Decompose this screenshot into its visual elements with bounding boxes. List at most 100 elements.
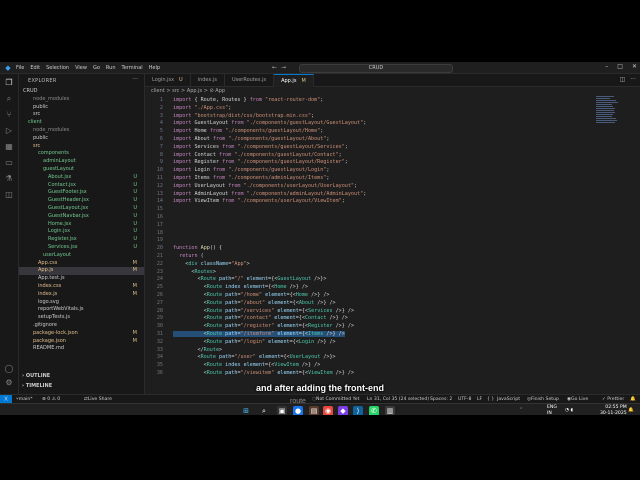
tree-item[interactable]: index.css M [19, 283, 144, 291]
tree-item[interactable]: README.md [19, 345, 144, 353]
editor-tab[interactable]: App.js M [274, 74, 314, 87]
tree-item[interactable]: About.jsx U [19, 174, 144, 182]
breadcrumb[interactable]: client > src > App.js > ⊘ App [151, 88, 225, 94]
tree-item[interactable]: GuestHeader.jsx U [19, 197, 144, 205]
tree-item[interactable]: node_modules [19, 127, 144, 135]
tree-item[interactable]: src [19, 111, 144, 119]
tree-item[interactable]: src [19, 143, 144, 151]
account-icon[interactable]: ◯ [4, 364, 14, 374]
tree-item[interactable]: Register.jsx U [19, 236, 144, 244]
code-line[interactable]: <div className="App"> [173, 261, 249, 267]
docker-icon[interactable]: ◫ [4, 190, 14, 200]
tree-item[interactable]: reportWebVitals.js [19, 306, 144, 314]
tree-item[interactable]: GuestLayout.jsx U [19, 205, 144, 213]
whatsapp-icon[interactable]: ✆ [369, 406, 379, 415]
tree-item[interactable]: Contact.jsx U [19, 182, 144, 190]
code-line[interactable]: <Route path="/register" element={<Regist… [173, 323, 354, 329]
more-actions-icon[interactable]: ··· [132, 76, 138, 83]
code-line[interactable]: </Route> [173, 347, 223, 353]
code-line[interactable]: <Route path="/services" element={<Servic… [173, 308, 354, 314]
minimize-icon[interactable]: – [605, 63, 608, 70]
menu-terminal[interactable]: Terminal [122, 65, 143, 71]
menu-edit[interactable]: Edit [30, 65, 40, 71]
file-explorer-icon[interactable]: ▣ [277, 406, 287, 415]
code-line[interactable]: import Contact from "./components/guestL… [173, 152, 342, 158]
tree-item[interactable]: package.json M [19, 338, 144, 346]
tree-item[interactable]: Login.jsx U [19, 228, 144, 236]
notification-center-icon[interactable]: 🔔 [628, 408, 634, 414]
tree-item[interactable]: package-lock.json M [19, 330, 144, 338]
code-line[interactable]: import GuestLayout from "./components/gu… [173, 120, 366, 126]
command-center-search[interactable]: CRUD [299, 64, 453, 73]
code-line[interactable]: import Items from "./components/adminLay… [173, 175, 329, 181]
code-line[interactable]: import ViewItem from "./components/userL… [173, 198, 345, 204]
tree-item[interactable]: CRUD [19, 88, 144, 96]
minimap[interactable] [596, 95, 622, 135]
tree-item[interactable]: guestLayout [19, 166, 144, 174]
remote-explorer-icon[interactable]: ▭ [4, 158, 14, 168]
editor-tab[interactable]: index.js [191, 74, 225, 86]
terminal-app-icon[interactable]: ▤ [309, 406, 319, 415]
run-debug-icon[interactable]: ▷ [4, 126, 14, 136]
code-line[interactable]: <Route path="/login" element={<Login />}… [173, 339, 336, 345]
code-line[interactable]: import Register from "./components/guest… [173, 159, 348, 165]
tree-item[interactable]: App.css M [19, 260, 144, 268]
windows-start-icon[interactable]: ⊞ [241, 406, 251, 415]
app-icon[interactable]: ◆ [338, 406, 348, 415]
clock[interactable]: 02:55 PM 30-11-2025 [600, 405, 627, 415]
code-line[interactable]: return ( [173, 253, 204, 259]
code-line[interactable]: import AdminLayout from "./components/ad… [173, 191, 366, 197]
vscode-taskbar-icon[interactable]: ⟩ [353, 406, 363, 415]
taskbar-search-icon[interactable]: ⌕ [259, 406, 269, 415]
code-line[interactable]: <Route path="/contact" element={<Contact… [173, 315, 348, 321]
code-line[interactable]: <Route path="/home" element={<Home />} /… [173, 292, 330, 298]
tree-item[interactable]: App.test.js [19, 275, 144, 283]
code-line[interactable]: <Routes> [173, 269, 216, 275]
code-line[interactable]: <Route path="/about" element={<About />}… [173, 300, 336, 306]
tree-item[interactable]: GuestNavbar.jsx U [19, 213, 144, 221]
tree-item[interactable]: Home.jsx U [19, 221, 144, 229]
code-line[interactable]: import Services from "./components/guest… [173, 144, 348, 150]
tree-item[interactable]: client [19, 119, 144, 127]
tree-item[interactable]: App.js M [19, 267, 144, 276]
app2-icon[interactable]: ▥ [385, 406, 395, 415]
code-line[interactable]: <Route index element={<Home />} /> [173, 284, 308, 290]
menu-help[interactable]: Help [149, 65, 160, 71]
search-icon[interactable]: ⌕ [4, 94, 14, 104]
code-line[interactable]: import "./App.css"; [173, 105, 231, 111]
menu-run[interactable]: Run [106, 65, 116, 71]
editor-tab[interactable]: Login.jsx U [145, 74, 191, 86]
tree-item[interactable]: index.js M [19, 291, 144, 299]
tree-item[interactable]: node_modules [19, 96, 144, 104]
tree-item[interactable]: Services.jsx U [19, 244, 144, 252]
maximize-icon[interactable]: □ [617, 63, 623, 70]
code-line[interactable]: function App() { [173, 245, 222, 251]
tree-item[interactable]: .gitignore [19, 322, 144, 330]
tree-item[interactable]: public [19, 104, 144, 112]
tree-item[interactable]: GuestFooter.jsx U [19, 189, 144, 197]
tree-item[interactable]: components [19, 150, 144, 158]
explorer-icon[interactable]: ❐ [4, 78, 14, 88]
close-icon[interactable]: ✕ [632, 63, 637, 70]
code-line[interactable]: import Home from "./components/guestLayo… [173, 128, 323, 134]
tree-item[interactable]: adminLayout [19, 158, 144, 166]
editor-scrollbar[interactable] [630, 95, 636, 395]
code-line[interactable]: import About from "./components/guestLay… [173, 136, 329, 142]
forward-arrow-icon[interactable]: → [281, 64, 286, 71]
edge-browser-icon[interactable]: ● [293, 406, 303, 415]
tree-item[interactable]: logo.svg [19, 299, 144, 307]
chrome-icon[interactable]: ◉ [323, 406, 333, 415]
code-line[interactable]: import UserLayout from "./components/use… [173, 183, 357, 189]
code-line[interactable]: <Route path="/itemform" element={<Items … [173, 331, 345, 337]
code-line[interactable]: import "bootstrap/dist/css/bootstrap.min… [173, 113, 314, 119]
testing-icon[interactable]: ⚗ [4, 174, 14, 184]
extensions-icon[interactable]: ▦ [4, 142, 14, 152]
outline-section[interactable]: › OUTLINE [22, 373, 50, 379]
code-line[interactable]: import { Route, Routes } from "react-rou… [173, 97, 323, 103]
split-editor-icon[interactable]: ◫ [620, 74, 626, 86]
code-line[interactable]: import Login from "./components/guestLay… [173, 167, 329, 173]
code-editor[interactable]: 1 import { Route, Routes } from "react-ro… [145, 95, 595, 395]
editor-more-icon[interactable]: ··· [630, 74, 636, 86]
code-line[interactable]: <Route path="/" element={<GuestLayout />… [173, 276, 327, 282]
tray-chevron-icon[interactable]: ˄ [520, 408, 522, 414]
